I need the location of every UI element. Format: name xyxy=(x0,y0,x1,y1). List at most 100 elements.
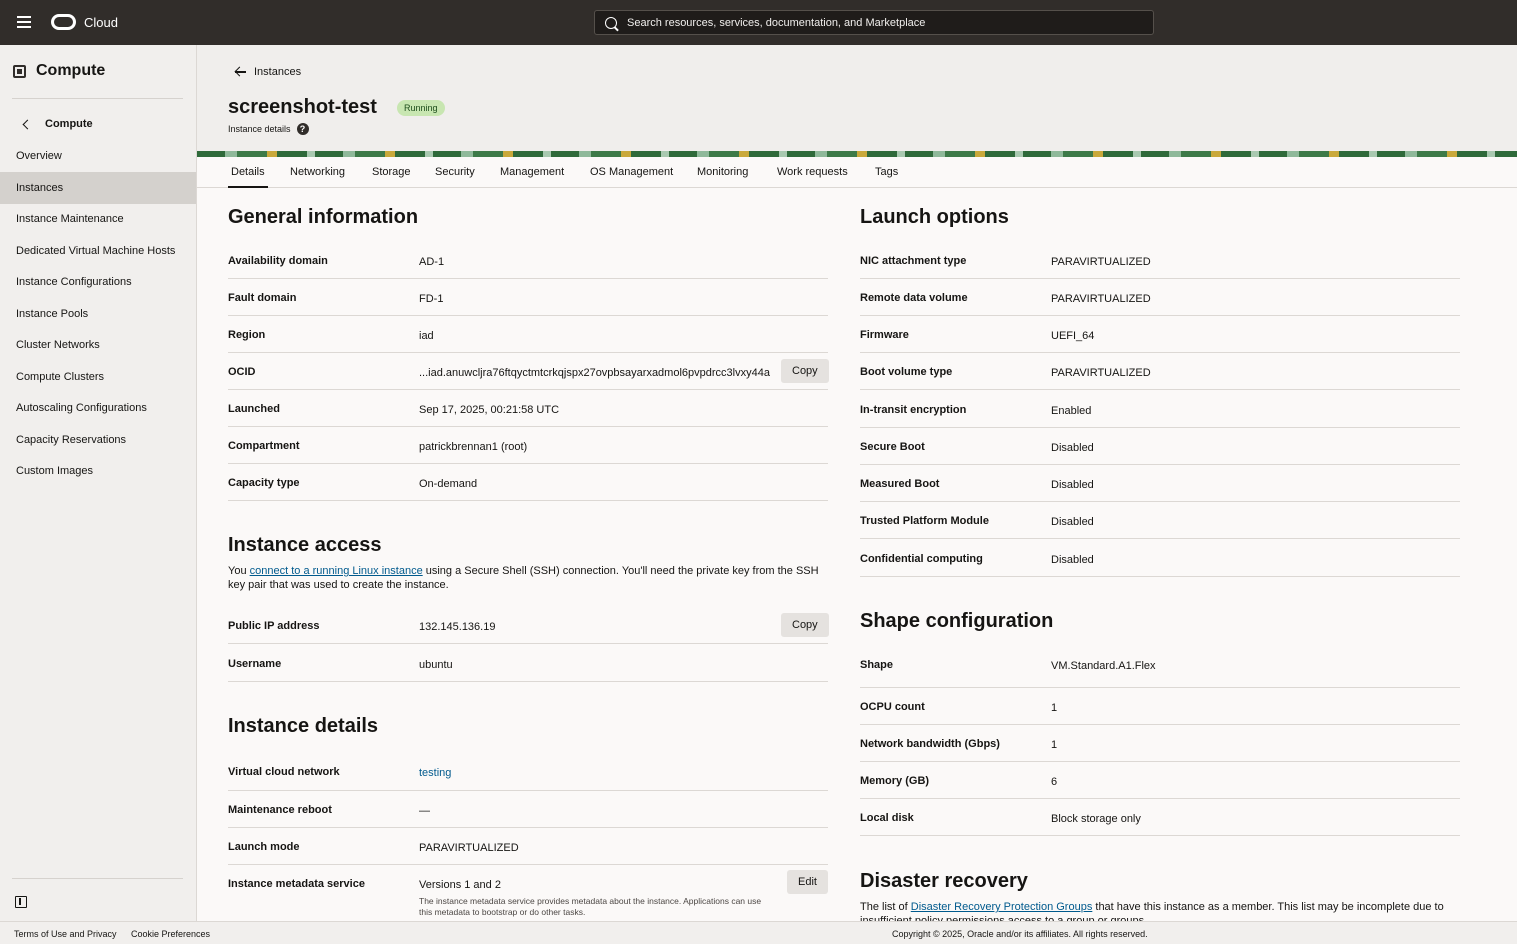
sidebar-item-instance-maintenance[interactable]: Instance Maintenance xyxy=(0,203,196,235)
tab-os-management[interactable]: OS Management xyxy=(590,166,673,178)
tab-security[interactable]: Security xyxy=(435,166,475,178)
row-value: ubuntu xyxy=(419,659,453,671)
row-value: AD-1 xyxy=(419,256,445,268)
ocid-value: ...iad.anuwcljra76ftqyctmtcrkqjspx27ovpb… xyxy=(419,367,770,379)
tab-networking[interactable]: Networking xyxy=(290,166,345,178)
shape-row-memory: Memory (GB) 6 xyxy=(860,762,1460,799)
connect-linux-instance-link[interactable]: connect to a running Linux instance xyxy=(250,565,423,577)
sidebar-divider xyxy=(12,878,183,879)
copy-ocid-button[interactable]: Copy xyxy=(781,359,829,383)
launch-row-boot-volume-type: Boot volume type PARAVIRTUALIZED xyxy=(860,353,1460,390)
row-value: Disabled xyxy=(1051,516,1094,528)
row-value: Sep 17, 2025, 00:21:58 UTC xyxy=(419,404,560,416)
search-icon xyxy=(605,17,617,29)
row-value: iad xyxy=(419,330,434,342)
tab-tags[interactable]: Tags xyxy=(875,166,898,178)
tab-monitoring[interactable]: Monitoring xyxy=(697,166,748,178)
row-value: PARAVIRTUALIZED xyxy=(1051,256,1151,268)
sidebar-item-instances[interactable]: Instances xyxy=(0,172,196,204)
row-label: NIC attachment type xyxy=(860,255,967,267)
sidebar-item-overview[interactable]: Overview xyxy=(0,140,196,172)
breadcrumb[interactable]: Instances xyxy=(235,66,301,78)
general-row-launched: Launched Sep 17, 2025, 00:21:58 UTC xyxy=(228,390,828,427)
edit-metadata-button[interactable]: Edit xyxy=(787,870,828,894)
row-label: Maintenance reboot xyxy=(228,804,332,816)
row-value: On-demand xyxy=(419,478,478,490)
tab-storage[interactable]: Storage xyxy=(372,166,411,178)
collapse-sidebar-icon[interactable] xyxy=(15,896,27,908)
copy-ip-button[interactable]: Copy xyxy=(781,613,829,637)
row-label: Measured Boot xyxy=(860,478,940,490)
search-input[interactable] xyxy=(627,11,1147,34)
vcn-link[interactable]: testing xyxy=(419,767,451,779)
row-label: Secure Boot xyxy=(860,441,925,453)
menu-icon[interactable] xyxy=(17,16,31,28)
sidebar-item-capacity-reservations[interactable]: Capacity Reservations xyxy=(0,424,196,456)
top-bar: Cloud xyxy=(0,0,1517,45)
row-label: Region xyxy=(228,329,266,341)
row-value: 1 xyxy=(1051,739,1058,751)
row-value: FD-1 xyxy=(419,293,444,305)
sidebar-item-instance-pools[interactable]: Instance Pools xyxy=(0,298,196,330)
row-value: patrickbrennan1 (root) xyxy=(419,441,528,453)
launch-row-remote-data-volume: Remote data volume PARAVIRTUALIZED xyxy=(860,279,1460,316)
oracle-logo[interactable] xyxy=(51,14,76,30)
details-row-vcn: Virtual cloud network testing xyxy=(228,753,828,791)
tab-management[interactable]: Management xyxy=(500,166,564,178)
chevron-left-icon xyxy=(22,119,33,129)
tab-details[interactable]: Details xyxy=(228,166,268,188)
sidebar-title-text: Compute xyxy=(36,62,106,79)
sidebar-item-dedicated-vm-hosts[interactable]: Dedicated Virtual Machine Hosts xyxy=(0,235,196,267)
tab-work-requests[interactable]: Work requests xyxy=(777,166,848,178)
cookie-preferences-link[interactable]: Cookie Preferences xyxy=(131,929,210,939)
row-label: Public IP address xyxy=(228,620,320,632)
row-label: Local disk xyxy=(860,812,914,824)
sidebar-back-link[interactable]: Compute xyxy=(22,118,93,130)
details-row-maintenance-reboot: Maintenance reboot — xyxy=(228,791,828,828)
row-value: Disabled xyxy=(1051,479,1094,491)
sidebar-item-instance-configurations[interactable]: Instance Configurations xyxy=(0,266,196,298)
compute-icon xyxy=(13,64,26,78)
page-subtitle-text: Instance details xyxy=(228,124,291,134)
row-value: Disabled xyxy=(1051,554,1094,566)
page-header: Instances screenshot-test Running Instan… xyxy=(197,45,1517,151)
sidebar-item-cluster-networks[interactable]: Cluster Networks xyxy=(0,329,196,361)
access-row-public-ip: Public IP address 132.145.136.19 xyxy=(228,607,828,644)
row-label: Compartment xyxy=(228,440,300,452)
sidebar-item-autoscaling-configurations[interactable]: Autoscaling Configurations xyxy=(0,392,196,424)
row-label: Availability domain xyxy=(228,255,328,267)
launch-row-tpm: Trusted Platform Module Disabled xyxy=(860,502,1460,539)
row-label: Memory (GB) xyxy=(860,775,930,787)
general-row-ocid: OCID ...iad.anuwcljra76ftqyctmtcrkqjspx2… xyxy=(228,353,828,390)
instance-access-description: You connect to a running Linux instance … xyxy=(228,564,828,592)
row-value: UEFI_64 xyxy=(1051,330,1095,342)
general-information-title: General information xyxy=(228,206,419,228)
breadcrumb-label: Instances xyxy=(254,66,302,78)
page-subtitle: Instance details ? xyxy=(228,123,309,135)
details-row-metadata-service: Instance metadata service Versions 1 and… xyxy=(228,865,828,921)
shape-row-ocpu: OCPU count 1 xyxy=(860,688,1460,725)
help-icon[interactable]: ? xyxy=(296,123,309,135)
row-value: — xyxy=(419,805,430,817)
row-label: In-transit encryption xyxy=(860,404,967,416)
launch-row-firmware: Firmware UEFI_64 xyxy=(860,316,1460,353)
arrow-left-icon xyxy=(235,67,246,77)
row-value: PARAVIRTUALIZED xyxy=(419,842,519,854)
search-box[interactable] xyxy=(594,10,1154,35)
shape-row-local-disk: Local disk Block storage only xyxy=(860,799,1460,836)
launch-row-nic: NIC attachment type PARAVIRTUALIZED xyxy=(860,242,1460,279)
sidebar-item-custom-images[interactable]: Custom Images xyxy=(0,455,196,487)
terms-link[interactable]: Terms of Use and Privacy xyxy=(14,929,117,939)
shape-row-shape: Shape VM.Standard.A1.Flex xyxy=(860,646,1460,688)
dr-protection-groups-link[interactable]: Disaster Recovery Protection Groups xyxy=(911,901,1093,913)
launch-row-measured-boot: Measured Boot Disabled xyxy=(860,465,1460,502)
general-row-capacity-type: Capacity type On-demand xyxy=(228,464,828,501)
row-value: 1 xyxy=(1051,702,1058,714)
row-value: PARAVIRTUALIZED xyxy=(1051,367,1151,379)
row-label: Boot volume type xyxy=(860,366,953,378)
row-label: OCID xyxy=(228,366,256,378)
sidebar-item-compute-clusters[interactable]: Compute Clusters xyxy=(0,361,196,393)
row-label: Virtual cloud network xyxy=(228,766,340,778)
sidebar-title: Compute xyxy=(13,62,105,80)
brand-label[interactable]: Cloud xyxy=(84,15,118,30)
